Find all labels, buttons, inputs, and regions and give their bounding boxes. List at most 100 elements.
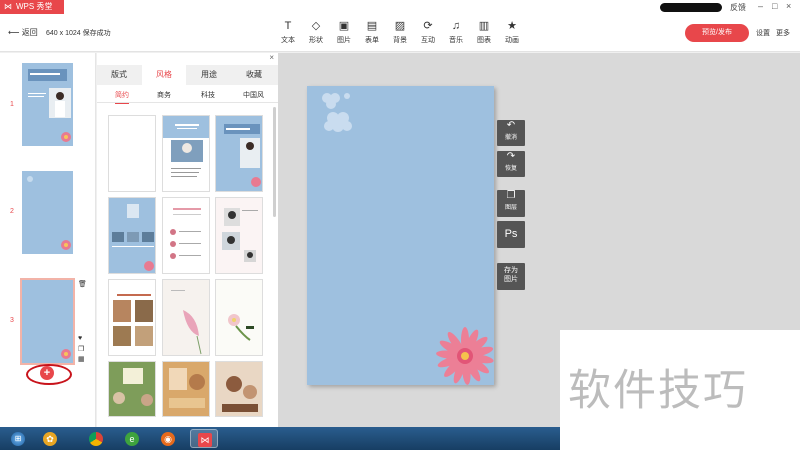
template-preview bbox=[216, 198, 262, 273]
start-button[interactable]: ⊞ bbox=[4, 429, 28, 448]
template-card[interactable] bbox=[215, 197, 263, 274]
taskbar-app[interactable]: ✿ bbox=[36, 429, 64, 448]
subtab-business[interactable]: 商务 bbox=[157, 90, 171, 100]
watermark-text: 软件技巧 bbox=[568, 366, 748, 416]
page-number: 2 bbox=[10, 208, 14, 215]
tool-music[interactable]: ♫ 音乐 bbox=[444, 20, 468, 45]
page-thumbnail-2[interactable] bbox=[22, 171, 73, 254]
save-as-image-button[interactable]: 存为图片 bbox=[497, 263, 525, 290]
windows-logo-icon: ⊞ bbox=[11, 432, 25, 446]
background-icon: ▨ bbox=[394, 20, 406, 32]
panel-scrollbar[interactable] bbox=[273, 107, 276, 217]
page-settings-icon[interactable]: ▦ bbox=[78, 355, 85, 363]
page-number: 3 bbox=[10, 317, 14, 324]
undo-button[interactable]: ↶ 撤消 bbox=[497, 120, 525, 146]
page-thumbnail-3[interactable] bbox=[20, 278, 75, 365]
tool-text[interactable]: T 文本 bbox=[276, 20, 300, 45]
template-card[interactable] bbox=[162, 115, 210, 192]
layers-button[interactable]: ❐ 图层 bbox=[497, 190, 525, 217]
taskbar-app-active[interactable]: ⋈ bbox=[190, 429, 218, 448]
tool-label: 文本 bbox=[281, 37, 295, 44]
redo-button[interactable]: ↷ 恢复 bbox=[497, 151, 525, 177]
layers-icon: ❐ bbox=[506, 190, 516, 201]
text-icon: T bbox=[284, 20, 292, 32]
subtab-chinese-style[interactable]: 中国风 bbox=[243, 90, 264, 100]
taskbar-app[interactable]: e bbox=[118, 429, 146, 448]
template-card[interactable] bbox=[108, 115, 156, 192]
music-icon: ♫ bbox=[451, 20, 461, 32]
more-link[interactable]: 更多 bbox=[776, 28, 790, 38]
tool-chart[interactable]: ▥ 图表 bbox=[472, 20, 496, 45]
template-preview bbox=[109, 198, 155, 273]
tab-purpose[interactable]: 用途 bbox=[187, 65, 231, 85]
tool-background[interactable]: ▨ 背景 bbox=[388, 20, 412, 45]
page-thumbnail-1[interactable] bbox=[22, 63, 73, 146]
shape-icon: ◇ bbox=[311, 20, 321, 32]
tool-label: 互动 bbox=[421, 37, 435, 44]
feedback-link[interactable]: 反馈 bbox=[730, 2, 746, 13]
save-status: 640 x 1024 保存成功 bbox=[46, 30, 111, 37]
tool-label: 形状 bbox=[309, 37, 323, 44]
tool-label: 动画 bbox=[505, 37, 519, 44]
tool-shape[interactable]: ◇ 形状 bbox=[304, 20, 328, 45]
tab-favorites[interactable]: 收藏 bbox=[232, 65, 276, 85]
template-preview bbox=[163, 362, 209, 416]
template-card[interactable] bbox=[108, 361, 156, 417]
settings-link[interactable]: 设置 bbox=[756, 28, 770, 38]
page-thumbnail-art bbox=[28, 69, 71, 142]
page-list: 1 2 3 🗑 ♥ ❐ ▦ + bbox=[0, 53, 96, 427]
minimize-icon[interactable]: – bbox=[758, 1, 763, 11]
template-card[interactable] bbox=[215, 115, 263, 192]
template-preview bbox=[216, 116, 262, 191]
template-card[interactable] bbox=[108, 197, 156, 274]
undo-label: 撤消 bbox=[504, 135, 517, 141]
tab-layout[interactable]: 版式 bbox=[97, 65, 141, 85]
close-icon[interactable]: × bbox=[786, 1, 791, 11]
toolbar: ⟵ 返回 640 x 1024 保存成功 T 文本 ◇ 形状 ▣ 图片 ▤ 表单 ▨ 背景… bbox=[0, 14, 800, 52]
template-card[interactable] bbox=[162, 279, 210, 356]
tool-form[interactable]: ▤ 表单 bbox=[360, 20, 384, 45]
template-panel: × 版式 风格 用途 收藏 简约 商务 科技 中国风 bbox=[97, 53, 278, 427]
tool-interaction[interactable]: ⟳ 互动 bbox=[416, 20, 440, 45]
save-as-image-label: 存为图片 bbox=[504, 267, 518, 283]
copy-page-icon[interactable]: ❐ bbox=[78, 345, 84, 353]
template-card[interactable] bbox=[162, 361, 210, 417]
tab-style[interactable]: 风格 bbox=[142, 65, 186, 85]
butterfly-app-icon: ✿ bbox=[43, 432, 57, 446]
template-preview bbox=[109, 280, 155, 355]
template-card[interactable] bbox=[162, 197, 210, 274]
taskbar: ⊞ ✿ e ◉ ⋈ bbox=[0, 427, 560, 450]
redo-label: 恢复 bbox=[504, 166, 517, 172]
template-preview bbox=[109, 362, 155, 416]
taskbar-app[interactable] bbox=[82, 429, 110, 448]
tool-image[interactable]: ▣ 图片 bbox=[332, 20, 356, 45]
title-bar: ⋈ WPS 秀堂 反馈 – □ × bbox=[0, 0, 800, 14]
subtab-tech[interactable]: 科技 bbox=[201, 90, 215, 100]
slide-canvas[interactable] bbox=[307, 86, 494, 385]
taskbar-app[interactable]: ◉ bbox=[154, 429, 182, 448]
page-thumbnail-art bbox=[27, 176, 71, 250]
undo-icon: ↶ bbox=[506, 120, 516, 131]
layers-label: 图层 bbox=[504, 205, 517, 211]
panel-tabs: 版式 风格 用途 收藏 bbox=[97, 65, 278, 85]
template-card[interactable] bbox=[215, 279, 263, 356]
template-card[interactable] bbox=[108, 279, 156, 356]
subtab-simple[interactable]: 简约 bbox=[115, 90, 129, 104]
maximize-icon[interactable]: □ bbox=[772, 1, 777, 11]
close-panel-icon[interactable]: × bbox=[269, 53, 274, 62]
tool-label: 图片 bbox=[337, 37, 351, 44]
back-label: 返回 bbox=[21, 28, 38, 37]
firefox-icon: ◉ bbox=[161, 432, 175, 446]
add-page-button[interactable]: + bbox=[40, 366, 54, 380]
animation-icon: ★ bbox=[507, 20, 517, 32]
delete-page-icon[interactable]: 🗑 bbox=[78, 280, 87, 288]
template-card[interactable] bbox=[215, 361, 263, 417]
favorite-page-icon[interactable]: ♥ bbox=[78, 335, 82, 342]
publish-button[interactable]: 预览/发布 bbox=[685, 24, 749, 42]
back-button[interactable]: ⟵ 返回 bbox=[8, 27, 38, 38]
tool-animation[interactable]: ★ 动画 bbox=[500, 20, 524, 45]
template-preview bbox=[163, 198, 209, 273]
tool-label: 背景 bbox=[393, 37, 407, 44]
tool-label: 表单 bbox=[365, 37, 379, 44]
photoshop-button[interactable]: Ps bbox=[497, 221, 525, 248]
